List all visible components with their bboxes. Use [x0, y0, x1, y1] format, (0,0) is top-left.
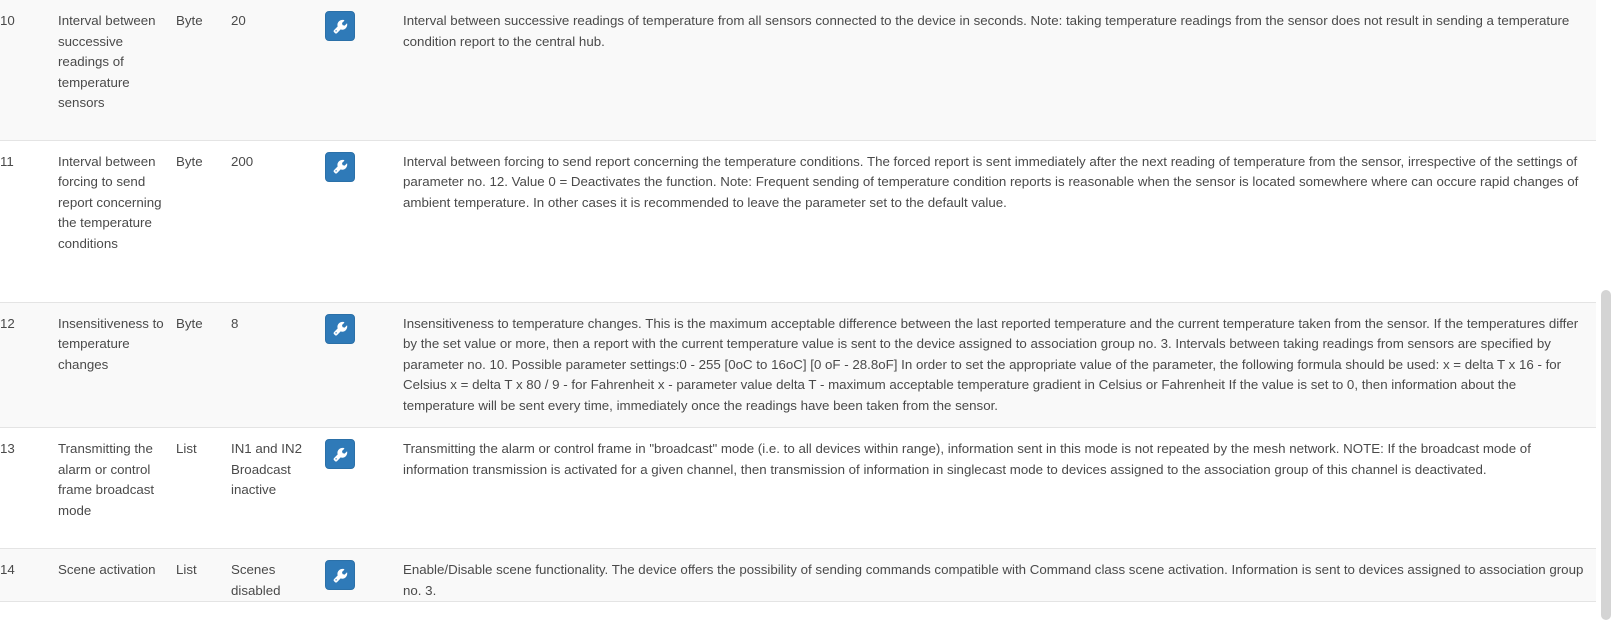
cell-parameter-description: Transmitting the alarm or control frame …: [403, 427, 1596, 549]
cell-parameter-description: Insensitiveness to temperature changes. …: [403, 301, 1596, 428]
cell-parameter-number: 10: [0, 0, 58, 140]
cell-parameter-type: Byte: [176, 0, 231, 140]
wrench-icon: [333, 321, 348, 336]
cell-parameter-action: [325, 301, 403, 428]
configure-parameter-button[interactable]: [325, 151, 355, 182]
table-bottom-edge: [0, 601, 1596, 635]
cell-parameter-number: 13: [0, 427, 58, 549]
configure-parameter-button[interactable]: [325, 560, 355, 590]
vertical-scrollbar-thumb[interactable]: [1601, 290, 1611, 620]
table-row[interactable]: 12 Insensitiveness to temperature change…: [0, 301, 1596, 428]
configure-parameter-button[interactable]: [325, 11, 355, 41]
wrench-icon: [333, 447, 348, 462]
cell-parameter-value: 200: [231, 139, 325, 302]
cell-parameter-value: 8: [231, 301, 325, 428]
cell-parameter-description: Interval between forcing to send report …: [403, 139, 1596, 302]
wrench-icon: [333, 159, 348, 174]
table-row[interactable]: 11 Interval between forcing to send repo…: [0, 139, 1596, 302]
cell-parameter-action: [325, 0, 403, 140]
vertical-scrollbar[interactable]: [1597, 0, 1613, 635]
cell-parameter-number: 12: [0, 301, 58, 428]
cell-parameter-value: IN1 and IN2 Broadcast inactive: [231, 427, 325, 549]
cell-parameter-name: Insensitiveness to temperature changes: [58, 301, 176, 428]
cell-parameter-type: Byte: [176, 301, 231, 428]
cell-parameter-name: Interval between forcing to send report …: [58, 139, 176, 302]
cell-parameter-number: 11: [0, 139, 58, 302]
wrench-icon: [333, 568, 348, 583]
cell-parameter-value: 20: [231, 0, 325, 140]
configure-parameter-button[interactable]: [325, 439, 355, 469]
parameters-table: 10 Interval between successive readings …: [0, 0, 1596, 627]
wrench-icon: [333, 19, 348, 34]
cell-parameter-name: Transmitting the alarm or control frame …: [58, 427, 176, 549]
cell-parameter-type: Byte: [176, 139, 231, 302]
cell-parameter-type: List: [176, 427, 231, 549]
cell-parameter-name: Interval between successive readings of …: [58, 0, 176, 140]
parameters-table-viewport: 10 Interval between successive readings …: [0, 0, 1613, 635]
cell-parameter-description: Interval between successive readings of …: [403, 0, 1596, 140]
table-row[interactable]: 10 Interval between successive readings …: [0, 0, 1596, 140]
cell-parameter-action: [325, 427, 403, 549]
table-row[interactable]: 13 Transmitting the alarm or control fra…: [0, 427, 1596, 549]
parameters-table-body: 10 Interval between successive readings …: [0, 0, 1596, 627]
cell-parameter-action: [325, 139, 403, 302]
configure-parameter-button[interactable]: [325, 313, 355, 344]
